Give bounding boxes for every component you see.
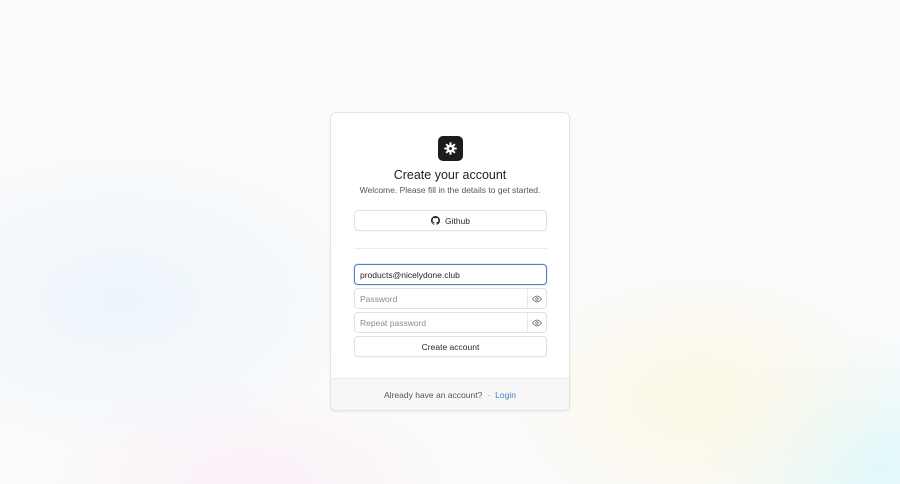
create-account-button[interactable]: Create account: [354, 336, 547, 357]
login-prompt: Already have an account?: [384, 389, 483, 400]
password-visibility-toggle[interactable]: [527, 289, 546, 308]
footer-separator: ·: [487, 389, 491, 400]
github-signin-button[interactable]: Github: [354, 210, 547, 231]
eye-icon: [532, 295, 542, 302]
create-account-label: Create account: [421, 341, 480, 352]
github-icon: [430, 216, 440, 225]
card-body: Create your account Welcome. Please fill…: [331, 113, 569, 380]
gear-icon: [444, 142, 457, 155]
repeat-password-visibility-toggle[interactable]: [527, 313, 546, 332]
password-field[interactable]: [354, 288, 547, 309]
section-divider: [354, 248, 547, 249]
repeat-password-input[interactable]: [355, 313, 527, 332]
email-input[interactable]: [355, 265, 546, 284]
eye-icon: [532, 319, 542, 326]
card-footer: Already have an account? · Login: [331, 378, 569, 410]
app-logo: [438, 136, 463, 161]
page-subtitle: Welcome. Please fill in the details to g…: [359, 185, 541, 195]
github-button-label: Github: [444, 215, 471, 226]
login-link[interactable]: Login: [495, 390, 516, 400]
page-title: Create your account: [393, 168, 507, 182]
email-field[interactable]: [354, 264, 547, 285]
signup-card: Create your account Welcome. Please fill…: [330, 112, 570, 411]
password-input[interactable]: [355, 289, 527, 308]
repeat-password-field[interactable]: [354, 312, 547, 333]
